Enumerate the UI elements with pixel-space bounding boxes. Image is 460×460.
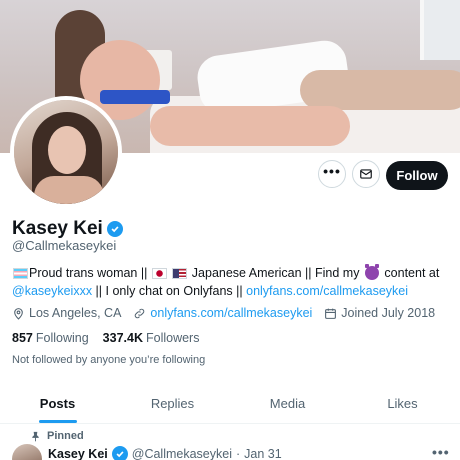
avatar-face <box>48 126 86 174</box>
link-icon <box>135 308 145 318</box>
more-button[interactable]: ••• <box>318 160 346 188</box>
following-label: Following <box>35 331 89 345</box>
post-author-handle[interactable]: @Callmekaseykei <box>132 447 232 460</box>
tab-likes[interactable]: Likes <box>345 384 460 423</box>
post-author-avatar[interactable] <box>12 444 42 460</box>
profile-meta: Los Angeles, CA onlyfans.com/callmekasey… <box>12 306 447 320</box>
active-tab-indicator <box>38 420 77 423</box>
joined-text: Joined July 2018 <box>341 306 436 320</box>
avatar-body <box>34 176 104 204</box>
profile-avatar[interactable] <box>10 96 122 208</box>
location-item: Los Angeles, CA <box>12 306 121 320</box>
message-button[interactable] <box>352 160 380 188</box>
pin-icon <box>32 431 39 442</box>
tab-label: Posts <box>39 396 76 411</box>
banner-figure-legs <box>150 106 350 146</box>
verified-badge-icon[interactable] <box>111 446 128 460</box>
website-item[interactable]: onlyfans.com/callmekaseykei <box>133 306 312 320</box>
follow-button[interactable]: Follow <box>386 161 448 190</box>
name-row: Kasey Kei <box>12 218 123 240</box>
bio-text-4: || I only chat on Onlyfans || <box>92 284 247 298</box>
tab-label: Replies <box>150 396 195 411</box>
transgender-flag-icon <box>13 268 28 279</box>
post-date[interactable]: Jan 31 <box>244 447 282 460</box>
bio-text-3: content at <box>380 266 440 280</box>
follow-stats: 857 Following 337.4K Followers <box>12 331 199 345</box>
bio-text-1: Proud trans woman || <box>29 266 151 280</box>
following-link[interactable]: 857 Following <box>12 331 89 345</box>
tab-replies[interactable]: Replies <box>115 384 230 423</box>
tab-media[interactable]: Media <box>230 384 345 423</box>
followers-count: 337.4K <box>102 331 143 345</box>
post-author-name[interactable]: Kasey Kei <box>48 447 108 460</box>
tab-posts[interactable]: Posts <box>0 384 115 423</box>
profile-handle: @Callmekaseykei <box>12 238 117 253</box>
profile-tabs: Posts Replies Media Likes <box>0 384 460 424</box>
post-separator: · <box>236 447 241 460</box>
post-more-icon[interactable]: ••• <box>432 444 450 460</box>
more-icon: ••• <box>323 163 341 179</box>
smiling-devil-icon <box>364 264 379 280</box>
calendar-icon <box>325 308 337 319</box>
us-flag-icon <box>172 268 188 279</box>
not-followed-text: Not followed by anyone you’re following <box>12 354 206 366</box>
tab-label: Media <box>269 396 306 411</box>
pinned-label: Pinned <box>47 430 84 442</box>
bio-text-2: Japanese American || Find my <box>188 266 363 280</box>
following-count: 857 <box>12 331 33 345</box>
tab-label: Likes <box>387 396 418 411</box>
mail-icon <box>360 169 372 179</box>
followers-link[interactable]: 337.4K Followers <box>103 331 200 345</box>
pinned-indicator: Pinned <box>30 430 84 442</box>
display-name: Kasey Kei <box>12 218 103 239</box>
location-text: Los Angeles, CA <box>29 306 122 320</box>
banner-window <box>420 0 460 60</box>
verified-badge-icon[interactable] <box>106 221 123 237</box>
joined-item: Joined July 2018 <box>324 306 435 320</box>
website-link[interactable]: onlyfans.com/callmekaseykei <box>150 306 312 320</box>
location-icon <box>14 307 23 320</box>
japan-flag-icon <box>151 268 167 279</box>
banner-blanket <box>300 70 460 110</box>
bio-website-link[interactable]: onlyfans.com/callmekaseykei <box>246 284 408 298</box>
followers-label: Followers <box>145 331 200 345</box>
bio-mention-link[interactable]: @kaseykeixxx <box>12 284 92 298</box>
profile-bio: Proud trans woman || Japanese American |… <box>12 264 452 300</box>
post-header: Kasey Kei @Callmekaseykei · Jan 31 <box>48 446 282 460</box>
